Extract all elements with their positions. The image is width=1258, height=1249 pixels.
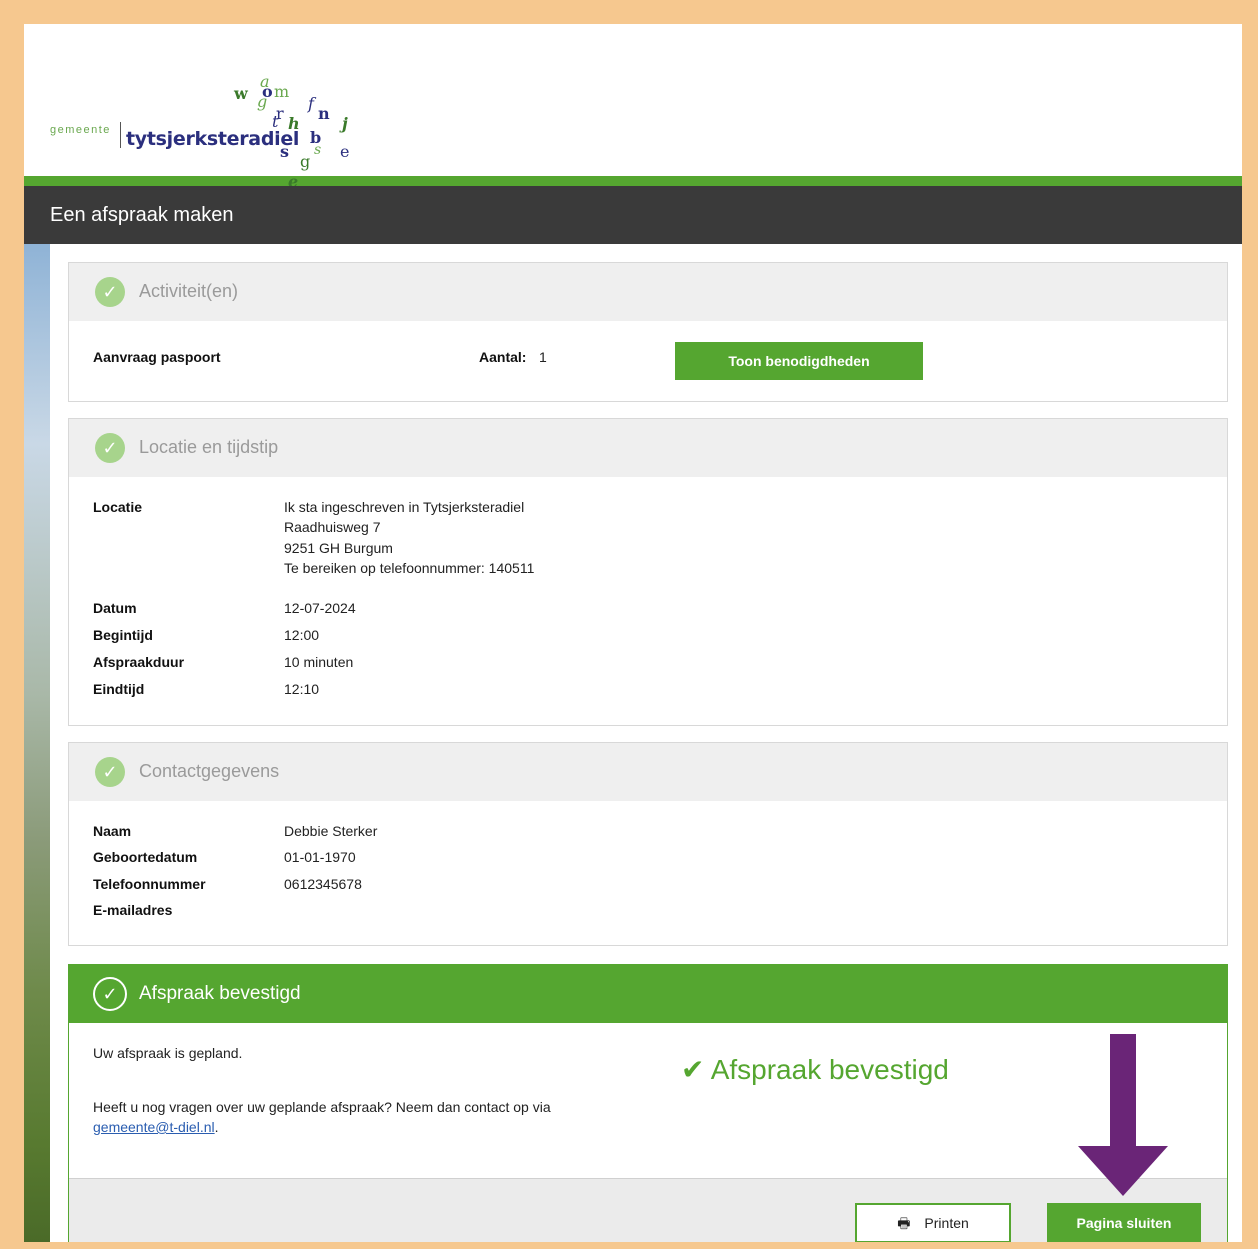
arrow-down-icon [1078,1034,1168,1196]
logo-letter: h [288,114,300,133]
header: gemeente tytsjerksteradiel w a o m g r t… [24,24,1242,191]
birthdate-value: 01-01-1970 [284,849,356,865]
close-page-button[interactable]: Pagina sluiten [1047,1203,1201,1242]
panel-contactgegevens: ✓ Contactgegevens Naam Debbie Sterker Ge… [68,742,1228,946]
logo-letter: w [234,84,248,103]
confirmation-title: Afspraak bevestigd [139,983,301,1004]
logo-letter: n [318,104,330,123]
birthdate-label: Geboortedatum [93,849,198,865]
main-content: ✓ Activiteit(en) Aanvraag paspoort Aanta… [24,244,1242,1242]
action-bar: 🖶 Printen Pagina sluiten [69,1178,1227,1242]
confirmed-status: ✔ Afspraak bevestigd [681,1053,949,1086]
contact-email-line: gemeente@t-diel.nl. [93,1119,219,1135]
phone-label: Telefoonnummer [93,876,206,892]
panel-title: Contactgegevens [139,761,280,781]
checkmark-icon: ✓ [95,277,125,307]
checkmark-icon: ✓ [95,433,125,463]
duration-value: 10 minuten [284,654,354,670]
panel-title: Locatie en tijdstip [139,437,279,457]
logo-divider [120,122,121,148]
panel-locatie: ✓ Locatie en tijdstip Locatie Ik sta ing… [68,418,1228,726]
end-time-label: Eindtijd [93,681,145,697]
printer-icon: 🖶 [897,1215,911,1231]
name-label: Naam [93,823,132,839]
end-time-value: 12:10 [284,681,320,697]
panel-header[interactable]: ✓ Contactgegevens [69,743,1227,801]
start-time-value: 12:00 [284,627,320,643]
panel-bevestiging: ✓ Afspraak bevestigd Uw afspraak is gepl… [68,964,1228,1242]
panel-header[interactable]: ✓ Locatie en tijdstip [69,419,1227,477]
activity-name: Aanvraag paspoort [93,349,221,365]
contact-question: Heeft u nog vragen over uw geplande afsp… [93,1099,551,1115]
phone-value: 0612345678 [284,876,362,892]
email-suffix: . [214,1119,219,1135]
location-line: Te bereiken op telefoonnummer: 140511 [284,560,535,576]
show-requirements-button[interactable]: Toon benodigdheden [675,342,923,380]
location-label: Locatie [93,499,143,515]
name-value: Debbie Sterker [284,823,378,839]
logo-letter: f [308,94,314,113]
location-line: 9251 GH Burgum [284,540,393,556]
print-label: Printen [924,1215,969,1231]
panel-activiteiten: ✓ Activiteit(en) Aanvraag paspoort Aanta… [68,262,1228,402]
confirmation-header: ✓ Afspraak bevestigd [69,965,1227,1023]
background-landscape [24,244,50,1242]
location-line: Ik sta ingeschreven in Tytsjerksteradiel [284,499,525,515]
contact-email-link[interactable]: gemeente@t-diel.nl [93,1119,215,1135]
quantity-value: 1 [539,349,547,365]
date-label: Datum [93,600,137,616]
confirmation-text: Uw afspraak is gepland. [93,1045,243,1061]
date-value: 12-07-2024 [284,600,356,616]
title-bar: Een afspraak maken [24,186,1242,244]
email-label: E-mailadres [93,902,173,918]
logo-letter: g [257,92,268,111]
logo-letter: m [274,82,290,101]
municipality-logo[interactable]: gemeente tytsjerksteradiel w a o m g r t… [50,48,390,191]
panel-header[interactable]: ✓ Activiteit(en) [69,263,1227,321]
logo-letter: s [280,142,290,161]
logo-letter: j [342,114,348,133]
logo-letter: e [340,142,350,161]
page-title: Een afspraak maken [50,204,234,226]
duration-label: Afspraakduur [93,654,185,670]
logo-prefix: gemeente [50,124,111,136]
panel-title: Activiteit(en) [139,281,239,301]
logo-letter: s [314,142,322,158]
checkmark-icon: ✓ [95,757,125,787]
print-button[interactable]: 🖶 Printen [855,1203,1011,1242]
check-circle-icon: ✓ [93,977,127,1011]
logo-name: tytsjerksteradiel [126,128,300,150]
location-line: Raadhuisweg 7 [284,519,381,535]
logo-letter: t [272,112,279,131]
confirmed-status-text: Afspraak bevestigd [710,1054,949,1085]
page-frame: gemeente tytsjerksteradiel w a o m g r t… [24,24,1242,1242]
start-time-label: Begintijd [93,627,153,643]
logo-letter: g [300,152,311,171]
quantity-label: Aantal: [479,349,527,365]
checkmark-icon: ✔ [681,1054,705,1085]
